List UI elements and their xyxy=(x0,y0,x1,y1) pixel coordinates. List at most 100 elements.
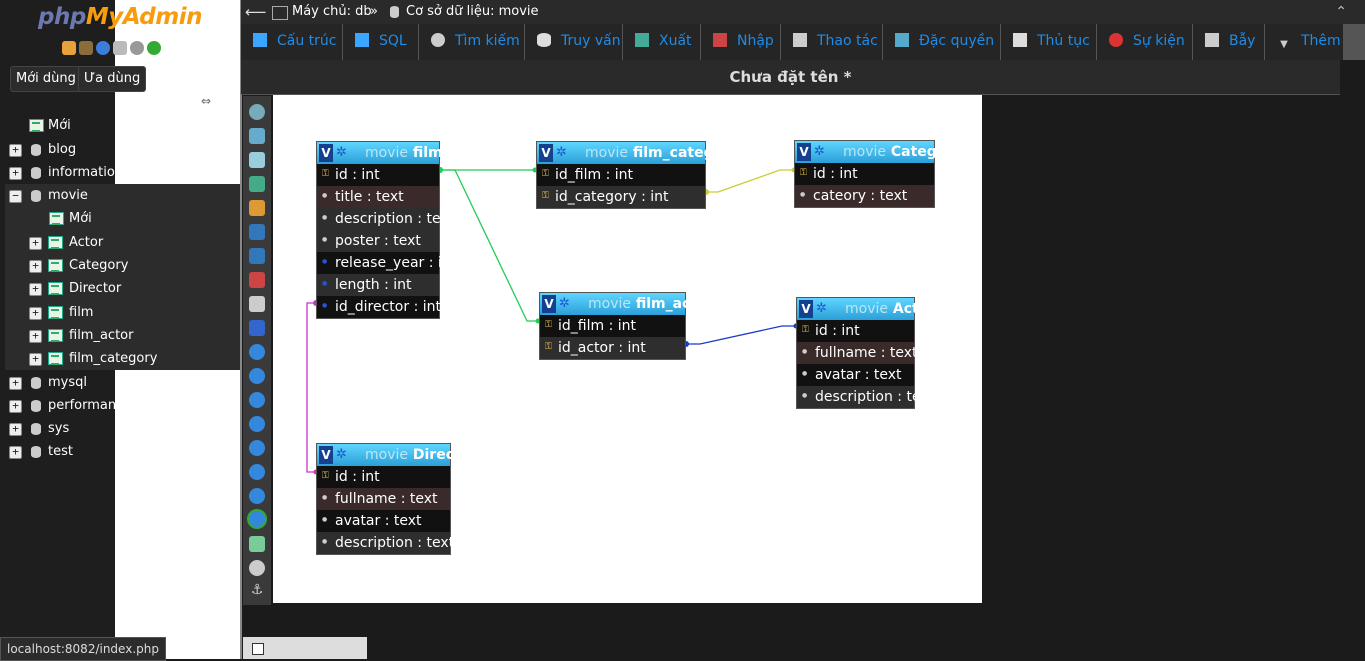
tree-table-category[interactable]: + Category xyxy=(0,255,128,277)
toggle-columns-button[interactable]: V xyxy=(797,143,811,161)
settings-icon[interactable] xyxy=(130,41,144,55)
table-column-row[interactable]: ● avatar : text xyxy=(317,510,450,532)
expand-collapse-icon[interactable] xyxy=(249,464,265,480)
new-page-icon[interactable] xyxy=(249,176,265,192)
relation-line[interactable] xyxy=(686,325,796,345)
tree-db-sys[interactable]: + sys xyxy=(0,418,110,440)
table-column-row[interactable]: ● avatar : text xyxy=(797,364,914,386)
delete-page-icon[interactable] xyxy=(249,272,265,288)
tree-table-film[interactable]: + film xyxy=(0,302,110,324)
tab-privileges[interactable]: Đặc quyền xyxy=(883,24,1001,60)
snap-grid-icon[interactable] xyxy=(249,440,265,456)
tab-structure[interactable]: Cấu trúc xyxy=(241,24,343,60)
table-column-row[interactable]: ● id_director : int xyxy=(317,296,441,318)
expand-icon[interactable]: + xyxy=(29,260,42,273)
expand-icon[interactable]: + xyxy=(9,400,22,413)
tab-routines[interactable]: Thủ tục xyxy=(1001,24,1097,60)
panel-divider[interactable] xyxy=(240,0,242,659)
save-page-as-icon[interactable] xyxy=(249,248,265,264)
expand-icon[interactable]: + xyxy=(9,144,22,157)
help-icon[interactable] xyxy=(96,41,110,55)
save-page-icon[interactable] xyxy=(249,224,265,240)
table-column-row[interactable]: ⚿ id_film : int xyxy=(537,164,705,186)
gear-icon[interactable]: ✲ xyxy=(816,302,827,316)
gear-icon[interactable]: ✲ xyxy=(559,297,570,311)
expand-icon[interactable]: + xyxy=(29,307,42,320)
help-icon[interactable] xyxy=(249,392,265,408)
tab-import[interactable]: Nhập xyxy=(701,24,781,60)
build-query-icon[interactable] xyxy=(249,560,265,576)
table-header[interactable]: V ✲ movie Director xyxy=(317,444,477,466)
table-column-row[interactable]: ● release_year : int xyxy=(317,252,456,274)
reload-icon[interactable] xyxy=(249,368,265,384)
back-arrow-icon[interactable]: ⟵ xyxy=(245,0,267,24)
toggle-small-big-icon[interactable] xyxy=(249,488,265,504)
expand-icon[interactable]: + xyxy=(29,353,42,366)
fullscreen-icon[interactable] xyxy=(249,128,265,144)
anchor-icon[interactable]: ⚓ xyxy=(249,582,265,598)
docs-icon[interactable] xyxy=(113,41,127,55)
breadcrumb-server[interactable]: Máy chủ: db xyxy=(292,0,372,24)
toggle-relation-lines-icon[interactable] xyxy=(249,511,265,527)
table-column-row[interactable]: ● length : int xyxy=(317,274,439,296)
tree-table-film-actor[interactable]: + film_actor xyxy=(0,325,133,347)
table-column-row[interactable]: ● title : text xyxy=(317,186,439,208)
gear-icon[interactable]: ✲ xyxy=(336,146,347,160)
toggle-columns-button[interactable]: V xyxy=(539,144,553,162)
expand-icon[interactable]: + xyxy=(29,237,42,250)
table-column-row[interactable]: ● cateory : text xyxy=(795,185,934,207)
table-column-row[interactable]: ⚿ id : int xyxy=(797,320,914,342)
tree-db-mysql[interactable]: + mysql xyxy=(0,372,110,394)
tree-table-film-category[interactable]: + film_category xyxy=(0,348,170,370)
tab-export[interactable]: Xuất xyxy=(623,24,701,60)
relation-line[interactable] xyxy=(306,302,316,473)
choose-column-icon[interactable] xyxy=(249,344,265,360)
phpmyadmin-logo[interactable]: phpMyAdmin xyxy=(38,4,202,30)
tab-search[interactable]: Tìm kiếm xyxy=(419,24,525,60)
collapse-icon[interactable]: − xyxy=(9,190,22,203)
gear-icon[interactable]: ✲ xyxy=(336,448,347,462)
designer-table-actor[interactable]: V ✲ movie Actor ⚿ id : int ● fullname : text ● a… xyxy=(797,298,935,408)
tab-query[interactable]: Truy vấn xyxy=(525,24,623,60)
designer-table-film-actor[interactable]: V ✲ movie film_actor ⚿ id_film : int ⚿ id_acto… xyxy=(540,293,714,359)
table-column-row[interactable]: ⚿ id_category : int xyxy=(537,186,705,208)
table-column-row[interactable]: ⚿ id : int xyxy=(317,466,450,488)
table-column-row[interactable]: ⚿ id : int xyxy=(317,164,439,186)
table-column-row[interactable]: ● description : text xyxy=(317,532,454,554)
gear-icon[interactable]: ✲ xyxy=(814,145,825,159)
expand-icon[interactable]: + xyxy=(9,167,22,180)
expand-icon[interactable]: + xyxy=(29,330,42,343)
collapse-top-icon[interactable]: ⌃ xyxy=(1335,0,1347,24)
favorites-button[interactable]: Ưa dùng xyxy=(78,66,147,92)
table-header[interactable]: V ✲ movie film xyxy=(317,142,443,164)
table-column-row[interactable]: ⚿ id : int xyxy=(795,163,934,185)
tree-item-new[interactable]: Mới xyxy=(0,115,110,137)
toggle-columns-button[interactable]: V xyxy=(799,300,813,318)
expand-icon[interactable]: + xyxy=(9,423,22,436)
tab-events[interactable]: Sự kiện xyxy=(1097,24,1193,60)
tree-db-information-schema[interactable]: + information_schema xyxy=(0,162,240,184)
toggle-columns-button[interactable]: V xyxy=(319,446,333,464)
tree-table-director[interactable]: + Director xyxy=(0,278,121,300)
table-column-row[interactable]: ● poster : text xyxy=(317,230,439,252)
tab-more[interactable]: ▼ Thêm xyxy=(1265,24,1343,60)
tree-db-movie[interactable]: − movie xyxy=(0,185,110,207)
tabs-scroll-area[interactable] xyxy=(1343,24,1365,60)
designer-table-film-category[interactable]: V ✲ movie film_category ⚿ id_film : int ⚿ id_c… xyxy=(537,142,739,208)
toggle-columns-button[interactable]: V xyxy=(319,144,333,162)
tree-db-test[interactable]: + test xyxy=(0,441,110,463)
toggle-columns-button[interactable]: V xyxy=(542,295,556,313)
table-column-row[interactable]: ● description : text xyxy=(797,386,934,408)
table-column-row[interactable]: ● fullname : text xyxy=(797,342,918,364)
table-header[interactable]: V ✲ movie Category xyxy=(795,141,962,163)
export-schema-icon[interactable] xyxy=(249,536,265,552)
expand-icon[interactable]: + xyxy=(9,446,22,459)
add-tables-icon[interactable] xyxy=(249,152,265,168)
link-icon[interactable]: ⇔ xyxy=(201,95,215,107)
relation-line[interactable] xyxy=(706,169,794,193)
designer-table-film[interactable]: V ✲ movie film ⚿ id : int ● title : text ● descr… xyxy=(317,142,456,318)
table-column-row[interactable]: ⚿ id_actor : int xyxy=(540,337,685,359)
angular-links-icon[interactable] xyxy=(249,416,265,432)
open-page-icon[interactable] xyxy=(249,200,265,216)
relation-line[interactable] xyxy=(440,169,539,322)
